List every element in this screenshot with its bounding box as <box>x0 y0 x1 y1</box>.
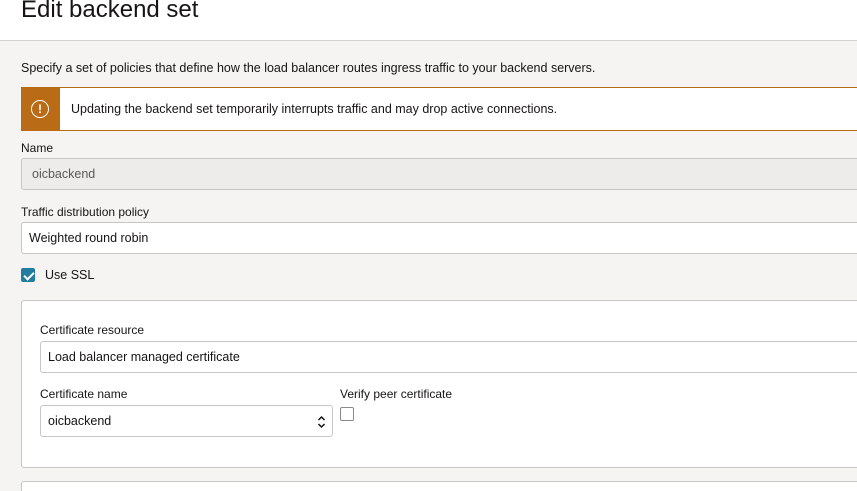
use-ssl-checkbox[interactable] <box>21 268 35 282</box>
name-label: Name <box>21 141 54 155</box>
page-title: Edit backend set <box>21 0 199 23</box>
certificate-name-value: oicbackend <box>48 414 112 428</box>
certificate-resource-label: Certificate resource <box>40 323 145 337</box>
up-down-chevron-icon <box>317 415 326 429</box>
certificate-name-label: Certificate name <box>40 387 128 401</box>
policy-label: Traffic distribution policy <box>21 205 150 219</box>
warning-banner: ! Updating the backend set temporarily i… <box>21 87 857 131</box>
verify-peer-checkbox[interactable] <box>340 407 354 421</box>
policy-select[interactable]: Weighted round robin <box>21 222 857 254</box>
warning-message: Updating the backend set temporarily int… <box>71 102 558 116</box>
warning-strip: ! <box>22 88 60 130</box>
page-description: Specify a set of policies that define ho… <box>21 61 596 75</box>
panel-header: Edit backend set <box>0 0 857 41</box>
certificate-resource-select[interactable]: Load balancer managed certificate <box>40 341 857 373</box>
verify-peer-label: Verify peer certificate <box>340 387 453 401</box>
use-ssl-label: Use SSL <box>45 268 95 282</box>
next-section-panel <box>21 481 857 491</box>
edit-backend-set-panel: Edit backend set Specify a set of polici… <box>0 0 857 491</box>
certificate-name-select[interactable]: oicbackend <box>40 405 333 437</box>
exclamation-circle-icon: ! <box>31 100 49 118</box>
ssl-settings-panel <box>21 300 857 468</box>
name-input[interactable]: oicbackend <box>21 158 857 190</box>
